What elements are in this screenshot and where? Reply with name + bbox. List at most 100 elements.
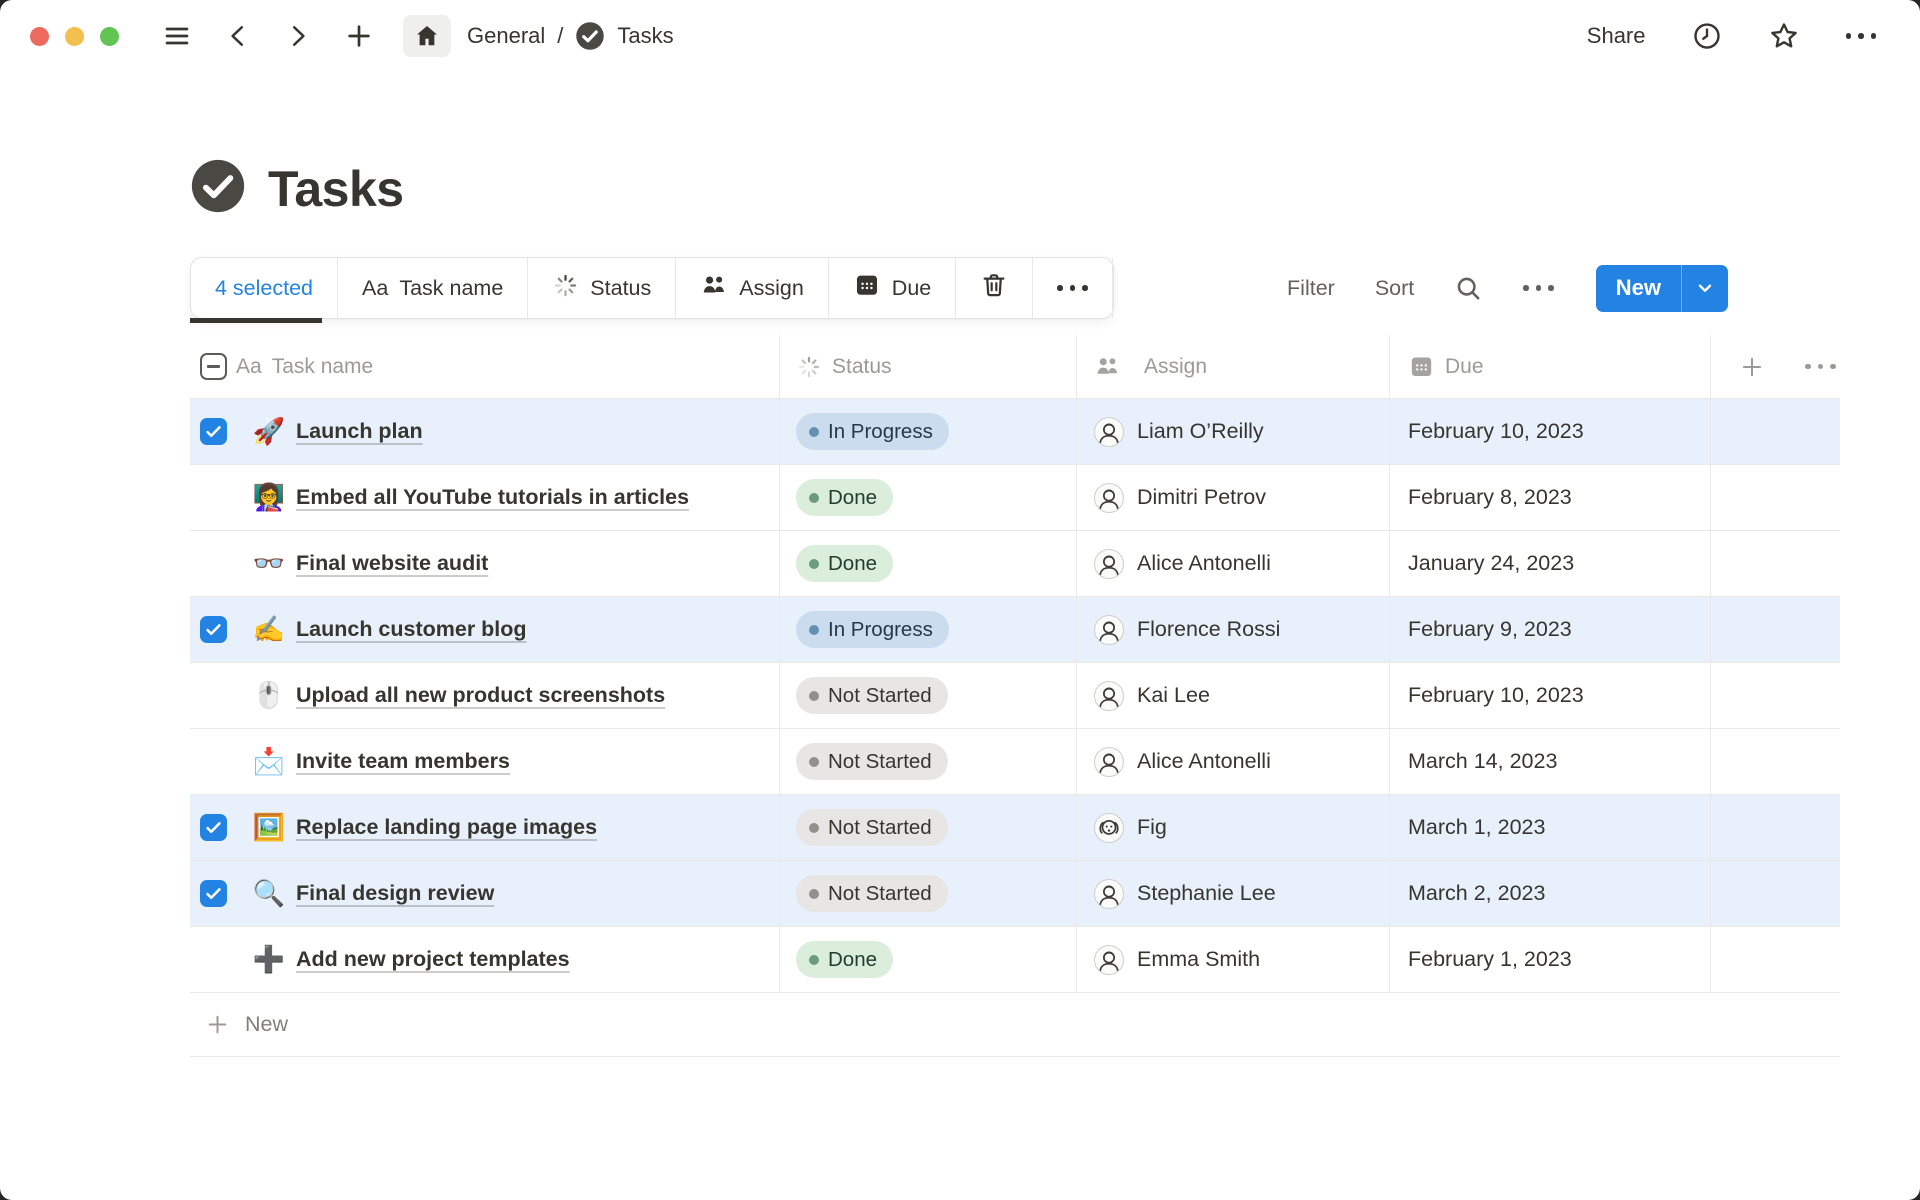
close-window-button[interactable] — [30, 27, 49, 46]
due-cell[interactable]: March 14, 2023 — [1390, 729, 1711, 794]
assign-cell[interactable]: Alice Antonelli — [1077, 729, 1390, 794]
status-pill[interactable]: Not Started — [796, 809, 948, 846]
status-pill[interactable]: Not Started — [796, 875, 948, 912]
due-date: February 9, 2023 — [1408, 617, 1572, 642]
task-title-link[interactable]: Final design review — [296, 881, 494, 906]
task-title-link[interactable]: Add new project templates — [296, 947, 570, 972]
assign-cell[interactable]: Alice Antonelli — [1077, 531, 1390, 596]
column-header-status[interactable]: Status — [780, 335, 1077, 398]
search-icon[interactable] — [1454, 274, 1483, 303]
share-button[interactable]: Share — [1587, 23, 1646, 49]
property-button-task-name[interactable]: Aa Task name — [338, 258, 528, 318]
assign-cell[interactable]: Fig — [1077, 795, 1390, 860]
assignee-name: Alice Antonelli — [1137, 749, 1271, 774]
task-emoji: 📩 — [252, 746, 286, 777]
row-checkbox[interactable] — [200, 418, 227, 445]
active-tab-indicator — [190, 318, 322, 323]
add-column-icon[interactable] — [1739, 354, 1765, 380]
status-cell[interactable]: Not Started — [780, 861, 1077, 926]
status-cell[interactable]: In Progress — [780, 597, 1077, 662]
forward-icon[interactable] — [285, 23, 311, 49]
home-icon — [414, 23, 440, 49]
breadcrumb-page[interactable]: Tasks — [617, 23, 673, 49]
assignee-name: Fig — [1137, 815, 1167, 840]
status-pill[interactable]: Done — [796, 479, 893, 516]
status-dot-icon — [809, 757, 819, 767]
page-check-circle-icon[interactable] — [190, 158, 246, 219]
page-title: Tasks — [268, 160, 404, 218]
due-cell[interactable]: March 2, 2023 — [1390, 861, 1711, 926]
status-pill[interactable]: In Progress — [796, 611, 949, 648]
new-button[interactable]: New — [1596, 275, 1681, 301]
row-checkbox[interactable] — [200, 880, 227, 907]
status-pill[interactable]: In Progress — [796, 413, 949, 450]
column-header-task-name[interactable]: Aa Task name — [236, 335, 780, 398]
status-cell[interactable]: Not Started — [780, 729, 1077, 794]
column-header-due[interactable]: Due — [1390, 335, 1711, 398]
back-icon[interactable] — [225, 23, 251, 49]
new-tab-icon[interactable] — [345, 22, 373, 50]
minimize-window-button[interactable] — [65, 27, 84, 46]
assign-cell[interactable]: Dimitri Petrov — [1077, 465, 1390, 530]
avatar — [1094, 615, 1124, 645]
home-button[interactable] — [403, 15, 451, 57]
due-cell[interactable]: February 1, 2023 — [1390, 927, 1711, 992]
task-title-link[interactable]: Upload all new product screenshots — [296, 683, 665, 708]
assign-cell[interactable]: Kai Lee — [1077, 663, 1390, 728]
selection-count-tab[interactable]: 4 selected — [191, 258, 338, 318]
assign-cell[interactable]: Liam O’Reilly — [1077, 399, 1390, 464]
table-options-icon[interactable] — [1805, 364, 1836, 370]
status-pill[interactable]: Not Started — [796, 743, 948, 780]
task-title-link[interactable]: Launch plan — [296, 419, 423, 444]
status-cell[interactable]: Done — [780, 927, 1077, 992]
delete-selected-button[interactable] — [956, 258, 1033, 318]
due-cell[interactable]: February 9, 2023 — [1390, 597, 1711, 662]
property-button-status[interactable]: Status — [528, 258, 676, 318]
status-pill[interactable]: Done — [796, 941, 893, 978]
trash-icon — [980, 271, 1008, 305]
new-button-chevron-down-icon[interactable] — [1682, 277, 1728, 299]
select-all-checkbox[interactable] — [200, 353, 227, 380]
assign-cell[interactable]: Stephanie Lee — [1077, 861, 1390, 926]
task-title-link[interactable]: Replace landing page images — [296, 815, 597, 840]
property-button-assign[interactable]: Assign — [676, 258, 829, 318]
status-cell[interactable]: Done — [780, 531, 1077, 596]
assign-cell[interactable]: Emma Smith — [1077, 927, 1390, 992]
due-cell[interactable]: February 10, 2023 — [1390, 399, 1711, 464]
due-cell[interactable]: February 8, 2023 — [1390, 465, 1711, 530]
filter-button[interactable]: Filter — [1287, 276, 1335, 301]
breadcrumb-root[interactable]: General — [467, 23, 545, 49]
status-cell[interactable]: Done — [780, 465, 1077, 530]
ellipsis-icon — [1057, 285, 1088, 291]
row-checkbox[interactable] — [200, 814, 227, 841]
traffic-lights — [30, 27, 119, 46]
status-cell[interactable]: Not Started — [780, 663, 1077, 728]
toolbar-more-button[interactable] — [1033, 258, 1113, 318]
due-cell[interactable]: March 1, 2023 — [1390, 795, 1711, 860]
property-button-due[interactable]: Due — [829, 258, 956, 318]
task-title-link[interactable]: Invite team members — [296, 749, 510, 774]
status-pill[interactable]: Not Started — [796, 677, 948, 714]
status-pill[interactable]: Done — [796, 545, 893, 582]
more-options-icon[interactable] — [1846, 33, 1877, 39]
column-header-assign[interactable]: Assign — [1077, 335, 1390, 398]
breadcrumb: General / Tasks — [467, 21, 674, 51]
status-cell[interactable]: Not Started — [780, 795, 1077, 860]
sort-button[interactable]: Sort — [1375, 276, 1414, 301]
assignee-name: Stephanie Lee — [1137, 881, 1276, 906]
status-cell[interactable]: In Progress — [780, 399, 1077, 464]
task-title-link[interactable]: Embed all YouTube tutorials in articles — [296, 485, 689, 510]
assign-cell[interactable]: Florence Rossi — [1077, 597, 1390, 662]
avatar — [1094, 417, 1124, 447]
history-clock-icon[interactable] — [1692, 21, 1722, 51]
due-cell[interactable]: February 10, 2023 — [1390, 663, 1711, 728]
task-title-link[interactable]: Final website audit — [296, 551, 488, 576]
zoom-window-button[interactable] — [100, 27, 119, 46]
task-title-link[interactable]: Launch customer blog — [296, 617, 527, 642]
view-options-icon[interactable] — [1523, 285, 1554, 291]
row-checkbox[interactable] — [200, 616, 227, 643]
new-row-button[interactable]: New — [190, 993, 1840, 1057]
due-cell[interactable]: January 24, 2023 — [1390, 531, 1711, 596]
favorite-star-icon[interactable] — [1768, 20, 1800, 52]
sidebar-menu-icon[interactable] — [163, 22, 191, 50]
